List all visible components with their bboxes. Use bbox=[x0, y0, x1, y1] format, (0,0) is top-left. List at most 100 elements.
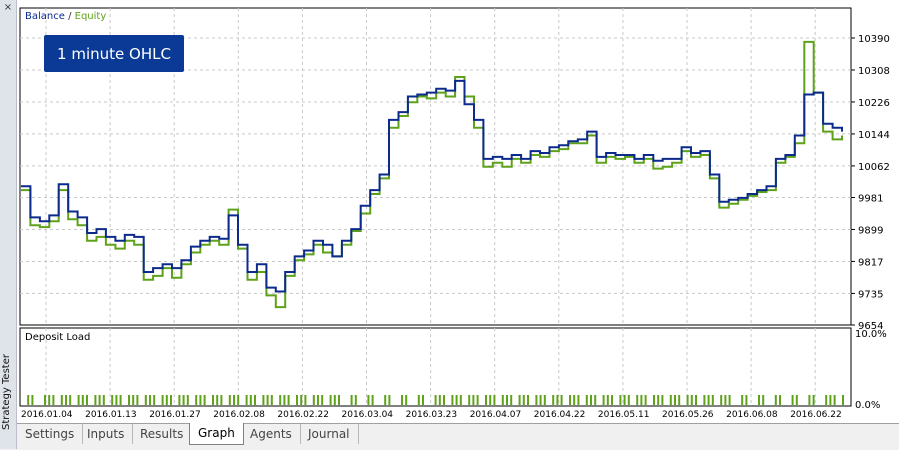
deposit-load-bar bbox=[636, 395, 639, 405]
deposit-load-bar bbox=[312, 395, 315, 405]
y-tick-label: 10062 bbox=[858, 162, 890, 173]
deposit-load-bar bbox=[199, 395, 202, 405]
deposit-load-bar bbox=[136, 395, 139, 405]
deposit-load-bar bbox=[707, 395, 710, 405]
deposit-load-bar bbox=[678, 395, 681, 405]
deposit-load-bar bbox=[354, 395, 357, 405]
deposit-load-bar bbox=[724, 395, 727, 405]
model-badge-label: 1 minute OHLC bbox=[57, 45, 171, 63]
chart-svg: 10390 10308 10226 10144 10062 9981 9899 9817 973… bbox=[19, 7, 890, 420]
tab-agents[interactable]: Agents bbox=[242, 424, 301, 444]
deposit-load-bar bbox=[321, 395, 324, 405]
y-tick-label: 9981 bbox=[858, 193, 883, 204]
deposit-load-bar bbox=[262, 395, 265, 405]
deposit-load-bar bbox=[178, 395, 181, 405]
deposit-load-bar bbox=[422, 395, 424, 405]
legend-balance: Balance bbox=[25, 11, 65, 22]
x-tick-label: 2016.01.27 bbox=[149, 410, 201, 420]
deposit-load-bar bbox=[401, 395, 403, 405]
deposit-load-bar bbox=[245, 395, 248, 405]
deposit-load-title: Deposit Load bbox=[25, 332, 90, 343]
deposit-load-bar bbox=[270, 395, 273, 405]
deposit-load-bar bbox=[65, 395, 67, 405]
deposit-load-bar bbox=[52, 395, 55, 405]
deposit-load-bar bbox=[741, 395, 744, 405]
deposit-load-bar bbox=[86, 395, 88, 405]
deposit-load-bar bbox=[195, 395, 198, 405]
tester-tab-bar: Settings Inputs Results Graph Agents Journal bbox=[17, 423, 899, 450]
tab-settings[interactable]: Settings bbox=[17, 424, 84, 444]
deposit-load-bar bbox=[711, 395, 714, 405]
deposit-load-bar bbox=[31, 395, 34, 405]
x-tick-label: 2016.02.08 bbox=[213, 410, 265, 420]
deposit-load-bar bbox=[94, 395, 97, 405]
deposit-load-bar bbox=[720, 395, 723, 405]
deposit-load-bar bbox=[745, 395, 748, 405]
deposit-load-bar bbox=[812, 395, 815, 405]
tab-graph[interactable]: Graph bbox=[189, 423, 244, 445]
deposit-load-bar bbox=[686, 395, 689, 405]
y-tick-label: 10144 bbox=[858, 130, 890, 141]
deposit-load-bar bbox=[132, 395, 135, 405]
deposit-load-bar bbox=[203, 395, 206, 405]
deposit-load-bar bbox=[623, 395, 626, 405]
deposit-load-bar bbox=[762, 395, 765, 405]
tab-journal[interactable]: Journal bbox=[300, 424, 359, 444]
deposit-load-bar bbox=[485, 395, 487, 405]
tab-results[interactable]: Results bbox=[132, 424, 193, 444]
deposit-load-bar bbox=[829, 395, 832, 405]
deposit-load-bar bbox=[468, 395, 471, 405]
y-tick-label: 9899 bbox=[858, 225, 883, 236]
chart-legend: Balance / Equity bbox=[25, 11, 106, 22]
close-icon[interactable]: × bbox=[3, 3, 13, 13]
deposit-load-bar bbox=[384, 395, 387, 405]
deposit-load-bar bbox=[186, 395, 189, 405]
deposit-load-bar bbox=[522, 395, 525, 405]
deposit-load-bar bbox=[669, 395, 672, 405]
deposit-load-bar bbox=[249, 395, 252, 405]
deposit-load-bar bbox=[182, 395, 185, 405]
deposit-load-bar bbox=[119, 395, 122, 405]
deposit-load-bar bbox=[602, 395, 605, 405]
deposit-load-bar bbox=[212, 395, 214, 405]
deposit-load-bar bbox=[459, 395, 462, 405]
deposit-load-bar bbox=[333, 395, 336, 405]
legend-equity: Equity bbox=[75, 11, 107, 22]
deposit-load-bar bbox=[657, 395, 660, 405]
x-tick-label: 2016.04.07 bbox=[470, 410, 522, 420]
deposit-load-bar bbox=[287, 395, 290, 405]
deposit-load-bar bbox=[556, 395, 559, 405]
deposit-load-bar bbox=[388, 395, 391, 405]
deposit-load-bar bbox=[329, 395, 332, 405]
deposit-load-bar bbox=[674, 395, 676, 405]
deposit-load-bar bbox=[237, 395, 240, 405]
strategy-tester-side-panel: × Strategy Tester bbox=[0, 0, 17, 449]
x-tick-label: 2016.03.23 bbox=[406, 410, 458, 420]
deposit-load-bar bbox=[77, 395, 80, 405]
deposit-load-bar bbox=[81, 395, 84, 405]
deposit-load-bar bbox=[489, 395, 492, 405]
y-tick-label: 10308 bbox=[858, 66, 890, 77]
deposit-load-bar bbox=[153, 395, 156, 405]
deposit-load-bar bbox=[417, 395, 420, 405]
deposit-load-bar bbox=[472, 395, 475, 405]
deposit-load-bar bbox=[791, 395, 794, 405]
deposit-load-bar bbox=[296, 395, 298, 405]
deposit-load-bar bbox=[640, 395, 643, 405]
deposit-load-bar bbox=[619, 395, 622, 405]
deposit-load-bar bbox=[443, 395, 445, 405]
deposit-load-bar bbox=[543, 395, 546, 405]
deposit-load-bar bbox=[60, 395, 63, 405]
y-tick-label: 10226 bbox=[858, 98, 890, 109]
deposit-load-bar bbox=[728, 395, 731, 405]
deposit-load-bar bbox=[627, 395, 630, 405]
x-tick-label: 2016.06.22 bbox=[790, 410, 842, 420]
deposit-load-bar bbox=[644, 395, 647, 405]
tab-inputs[interactable]: Inputs bbox=[79, 424, 134, 444]
deposit-load-bar bbox=[569, 395, 571, 405]
deposit-load-bar bbox=[653, 395, 655, 405]
deposit-load-bar bbox=[279, 395, 282, 405]
deposit-load-bar bbox=[115, 395, 118, 405]
x-tick-label: 2016.03.04 bbox=[342, 410, 394, 420]
deposit-load-bar bbox=[510, 395, 513, 405]
